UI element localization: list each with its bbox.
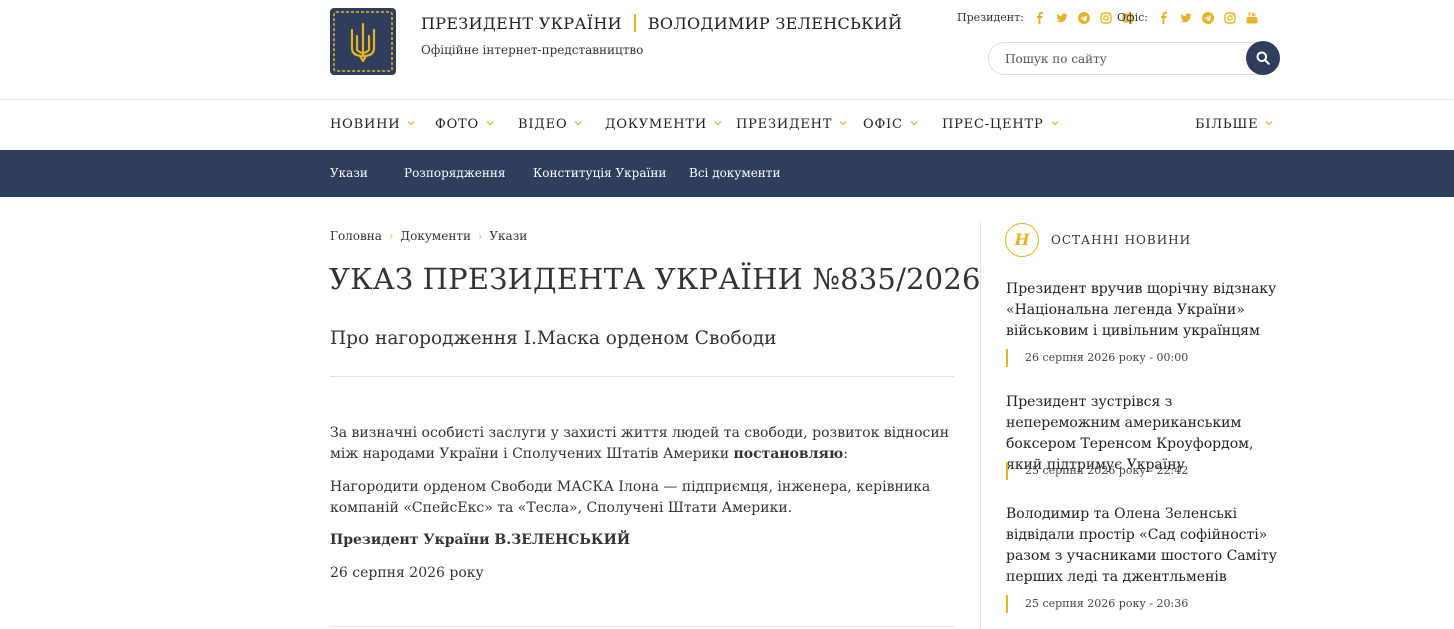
nav-item-label: ОФІС bbox=[863, 117, 903, 132]
facebook-icon[interactable] bbox=[1034, 11, 1046, 24]
breadcrumb-decrees[interactable]: Укази bbox=[489, 229, 527, 243]
news-item-date: 25 серпня 2026 року - 20:36 bbox=[1006, 595, 1188, 613]
chevron-down-icon bbox=[1051, 119, 1059, 127]
nav-item-documents[interactable]: ДОКУМЕНТИ bbox=[605, 117, 722, 132]
subnav-item-decrees[interactable]: Укази bbox=[330, 166, 368, 180]
site-title[interactable]: ПРЕЗИДЕНТ УКРАЇНИ ВОЛОДИМИР ЗЕЛЕНСЬКИЙ bbox=[421, 14, 902, 33]
telegram-icon[interactable] bbox=[1077, 11, 1090, 24]
subnav-item-all-documents[interactable]: Всі документи bbox=[689, 166, 780, 180]
news-item-date: 26 серпня 2026 року - 00:00 bbox=[1006, 349, 1188, 367]
president-social-links: Президент: bbox=[957, 11, 1139, 24]
site-title-president: ПРЕЗИДЕНТ УКРАЇНИ bbox=[421, 14, 622, 33]
chevron-down-icon bbox=[910, 119, 918, 127]
search-input[interactable] bbox=[1005, 50, 1235, 68]
document-signature: Президент України В.ЗЕЛЕНСЬКИЙ bbox=[330, 530, 954, 551]
chevron-down-icon bbox=[714, 119, 722, 127]
nav-item-more[interactable]: БІЛЬШЕ bbox=[1195, 117, 1273, 132]
chevron-down-icon bbox=[407, 119, 415, 127]
breadcrumb-documents[interactable]: Документи bbox=[400, 229, 471, 243]
office-social-links: Офіс: bbox=[1117, 11, 1263, 24]
chevron-down-icon bbox=[486, 119, 494, 127]
nav-item-president[interactable]: ПРЕЗИДЕНТ bbox=[736, 117, 847, 132]
site-logo[interactable] bbox=[330, 8, 396, 75]
nav-item-photo[interactable]: ФОТО bbox=[435, 117, 494, 132]
breadcrumb-home[interactable]: Головна bbox=[330, 229, 382, 243]
sidebar-divider bbox=[980, 222, 981, 629]
preamble-colon: : bbox=[843, 446, 848, 462]
chevron-down-icon bbox=[574, 119, 582, 127]
nav-item-label: ПРЕЗИДЕНТ bbox=[736, 117, 833, 132]
news-item-title[interactable]: Президент вручив щорічну відзнаку «Націо… bbox=[1006, 279, 1281, 342]
nav-item-label: ДОКУМЕНТИ bbox=[605, 117, 708, 132]
facebook-icon[interactable] bbox=[1158, 11, 1170, 24]
site-header: ПРЕЗИДЕНТ УКРАЇНИ ВОЛОДИМИР ЗЕЛЕНСЬКИЙ Оф… bbox=[0, 0, 1454, 100]
title-separator bbox=[633, 14, 636, 32]
document-subtitle: Про нагородження І.Маска орденом Свободи bbox=[330, 328, 777, 349]
nav-item-label: БІЛЬШЕ bbox=[1195, 117, 1259, 132]
nav-item-label: ПРЕС-ЦЕНТР bbox=[942, 117, 1044, 132]
news-item-date: 25 серпня 2026 року - 22:42 bbox=[1006, 462, 1188, 480]
content-divider bbox=[330, 376, 954, 377]
telegram-icon[interactable] bbox=[1202, 11, 1215, 24]
search-icon bbox=[1256, 51, 1270, 65]
instagram-icon[interactable] bbox=[1224, 11, 1236, 24]
nav-item-press-center[interactable]: ПРЕС-ЦЕНТР bbox=[942, 117, 1059, 132]
search-button[interactable] bbox=[1246, 41, 1280, 75]
main-navigation: НОВИНИ ФОТО ВІДЕО ДОКУМЕНТИ ПРЕЗИДЕНТ ОФ… bbox=[0, 101, 1454, 149]
nav-item-label: НОВИНИ bbox=[330, 117, 401, 132]
breadcrumb: Головна › Документи › Укази bbox=[330, 229, 527, 243]
site-title-name: ВОЛОДИМИР ЗЕЛЕНСЬКИЙ bbox=[647, 14, 903, 33]
chevron-right-icon: › bbox=[388, 230, 394, 243]
site-subtitle: Офіційне інтернет-представництво bbox=[421, 43, 644, 57]
preamble-decree-word: постановляю bbox=[733, 446, 844, 462]
news-badge-icon: Н bbox=[1005, 223, 1039, 257]
news-badge-letter: Н bbox=[1014, 230, 1030, 249]
instagram-icon[interactable] bbox=[1100, 11, 1112, 24]
search-box bbox=[988, 42, 1280, 75]
nav-item-office[interactable]: ОФІС bbox=[863, 117, 918, 132]
twitter-icon[interactable] bbox=[1056, 12, 1068, 24]
chevron-right-icon: › bbox=[477, 230, 483, 243]
subnav-item-orders[interactable]: Розпорядження bbox=[404, 166, 505, 180]
chevron-down-icon bbox=[839, 119, 847, 127]
content-divider bbox=[330, 626, 954, 627]
document-date: 26 серпня 2026 року bbox=[330, 565, 484, 581]
news-item-title[interactable]: Володимир та Олена Зеленські відвідали п… bbox=[1006, 504, 1281, 588]
nav-item-video[interactable]: ВІДЕО bbox=[518, 117, 582, 132]
president-social-label: Президент: bbox=[957, 11, 1024, 24]
preamble-text: За визначні особисті заслуги у захисті ж… bbox=[330, 425, 950, 462]
trident-icon bbox=[333, 11, 393, 72]
document-preamble: За визначні особисті заслуги у захисті ж… bbox=[330, 423, 954, 465]
page-title: УКАЗ ПРЕЗИДЕНТА УКРАЇНИ №835/2026 bbox=[329, 262, 981, 296]
nav-item-label: ФОТО bbox=[435, 117, 479, 132]
subnav-item-constitution[interactable]: Конституція України bbox=[533, 166, 666, 180]
latest-news-heading: ОСТАННІ НОВИНИ bbox=[1051, 233, 1192, 247]
chevron-down-icon bbox=[1265, 119, 1273, 127]
youtube-icon[interactable] bbox=[1246, 11, 1258, 24]
office-social-label: Офіс: bbox=[1117, 11, 1149, 24]
documents-subnav: Укази Розпорядження Конституція України … bbox=[0, 150, 1454, 197]
document-body: Нагородити орденом Свободи МАСКА Ілона —… bbox=[330, 479, 931, 516]
twitter-icon[interactable] bbox=[1180, 12, 1192, 24]
nav-item-news[interactable]: НОВИНИ bbox=[330, 117, 415, 132]
signature-text: Президент України В.ЗЕЛЕНСЬКИЙ bbox=[330, 532, 631, 548]
nav-item-label: ВІДЕО bbox=[518, 117, 568, 132]
